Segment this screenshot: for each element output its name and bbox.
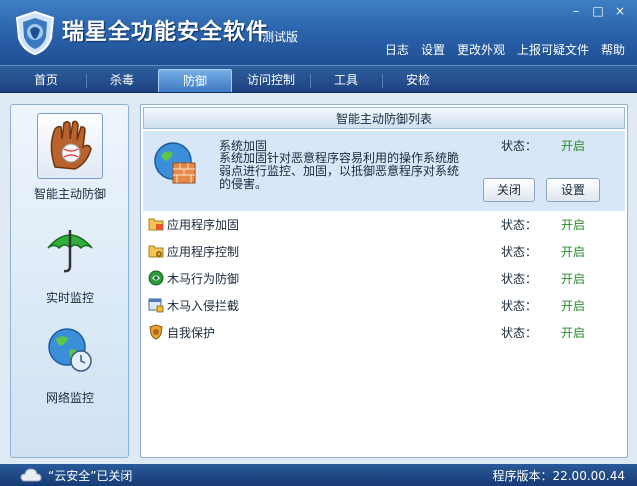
status-value: 开启 (561, 326, 586, 340)
tab-tools[interactable]: 工具 (314, 69, 378, 92)
title-bar: 瑞星全功能安全软件 测试版 – □ × 日志 设置 更改外观 上报可疑文件 帮助 (0, 0, 637, 65)
status-value: 开启 (561, 139, 586, 153)
item-name: 木马行为防御 (167, 272, 240, 286)
item-name: 应用程序加固 (167, 218, 240, 232)
settings-button[interactable]: 设置 (546, 178, 600, 202)
featured-item-system-hardening[interactable]: 系统加固 系统加固针对恶意程序容易利用的操作系统脆弱点进行监控、加固，以抵御恶意… (143, 131, 625, 211)
globe-firewall-icon (154, 142, 196, 184)
cloud-security-status[interactable]: “云安全”已关闭 (48, 467, 132, 484)
tab-divider (382, 74, 383, 88)
list-item[interactable]: 应用程序控制 状态： 开启 (143, 238, 625, 264)
minimize-icon[interactable]: – (565, 3, 587, 19)
sidebar: 智能主动防御 实时监控 网络监控 (10, 104, 129, 458)
status-value: 开启 (561, 245, 586, 259)
status-label: 状态： (501, 299, 538, 313)
list-item[interactable]: 自我保护 状态： 开启 (143, 319, 625, 345)
green-shield-icon (148, 270, 164, 286)
umbrella-icon (47, 230, 93, 273)
tab-home[interactable]: 首页 (14, 69, 78, 92)
top-links: 日志 设置 更改外观 上报可疑文件 帮助 (385, 41, 625, 58)
item-name: 木马入侵拦截 (167, 299, 240, 313)
sidebar-item-label: 网络监控 (45, 391, 94, 405)
report-suspicious-link[interactable]: 上报可疑文件 (517, 41, 589, 58)
item-name: 自我保护 (167, 326, 216, 340)
list-item[interactable]: 应用程序加固 状态： 开启 (143, 211, 625, 237)
tab-divider (310, 74, 311, 88)
maximize-icon[interactable]: □ (587, 3, 609, 19)
feature-description: 系统加固针对恶意程序容易利用的操作系统脆弱点进行监控、加固，以抵御恶意程序对系统… (219, 151, 460, 191)
shield-logo-icon (15, 10, 55, 56)
program-version: 程序版本：22.00.00.44 (492, 469, 625, 483)
status-value: 开启 (561, 218, 586, 232)
change-skin-link[interactable]: 更改外观 (457, 41, 505, 58)
status-value: 开启 (561, 299, 586, 313)
defense-list-panel: 智能主动防御列表 系统加固 系统加固针对恶意程序容易利用的操作系统脆弱点进行监控… (140, 104, 628, 458)
window-lock-icon (148, 298, 164, 313)
folder-app-icon (148, 218, 164, 231)
folder-gear-icon (148, 245, 164, 258)
globe-clock-icon (48, 328, 92, 372)
sidebar-item-realtime-monitor[interactable]: 实时监控 (17, 217, 123, 306)
list-item[interactable]: 木马行为防御 状态： 开启 (143, 265, 625, 291)
item-name: 应用程序控制 (167, 245, 240, 259)
panel-title: 智能主动防御列表 (143, 107, 625, 129)
status-label: 状态： (501, 139, 538, 153)
tab-security-check[interactable]: 安检 (386, 69, 450, 92)
lion-shield-icon (149, 324, 163, 340)
tab-divider (86, 74, 87, 88)
baseball-glove-icon (50, 120, 92, 170)
app-badge: 测试版 (262, 30, 299, 44)
tab-antivirus[interactable]: 杀毒 (90, 69, 154, 92)
list-item[interactable]: 木马入侵拦截 状态： 开启 (143, 292, 625, 318)
sidebar-item-label: 智能主动防御 (33, 187, 106, 201)
close-icon[interactable]: × (609, 3, 631, 19)
sidebar-item-smart-defense[interactable]: 智能主动防御 (17, 113, 123, 202)
status-label: 状态： (501, 272, 538, 286)
sidebar-item-label: 实时监控 (45, 291, 94, 305)
app-title: 瑞星全功能安全软件 (62, 20, 270, 45)
window-controls: – □ × (565, 3, 631, 19)
status-label: 状态： (501, 326, 538, 340)
close-button[interactable]: 关闭 (483, 178, 535, 202)
settings-link[interactable]: 设置 (421, 41, 445, 58)
tab-defense[interactable]: 防御 (158, 69, 232, 92)
tab-access-control[interactable]: 访问控制 (236, 69, 306, 92)
nav-bar: 首页 杀毒 防御 访问控制 工具 安检 (0, 65, 637, 93)
sidebar-item-network-monitor[interactable]: 网络监控 (17, 317, 123, 406)
log-link[interactable]: 日志 (385, 41, 409, 58)
help-link[interactable]: 帮助 (601, 41, 625, 58)
status-bar: “云安全”已关闭 程序版本：22.00.00.44 (0, 464, 637, 486)
status-value: 开启 (561, 272, 586, 286)
status-label: 状态： (501, 218, 538, 232)
cloud-icon (20, 468, 42, 482)
status-label: 状态： (501, 245, 538, 259)
